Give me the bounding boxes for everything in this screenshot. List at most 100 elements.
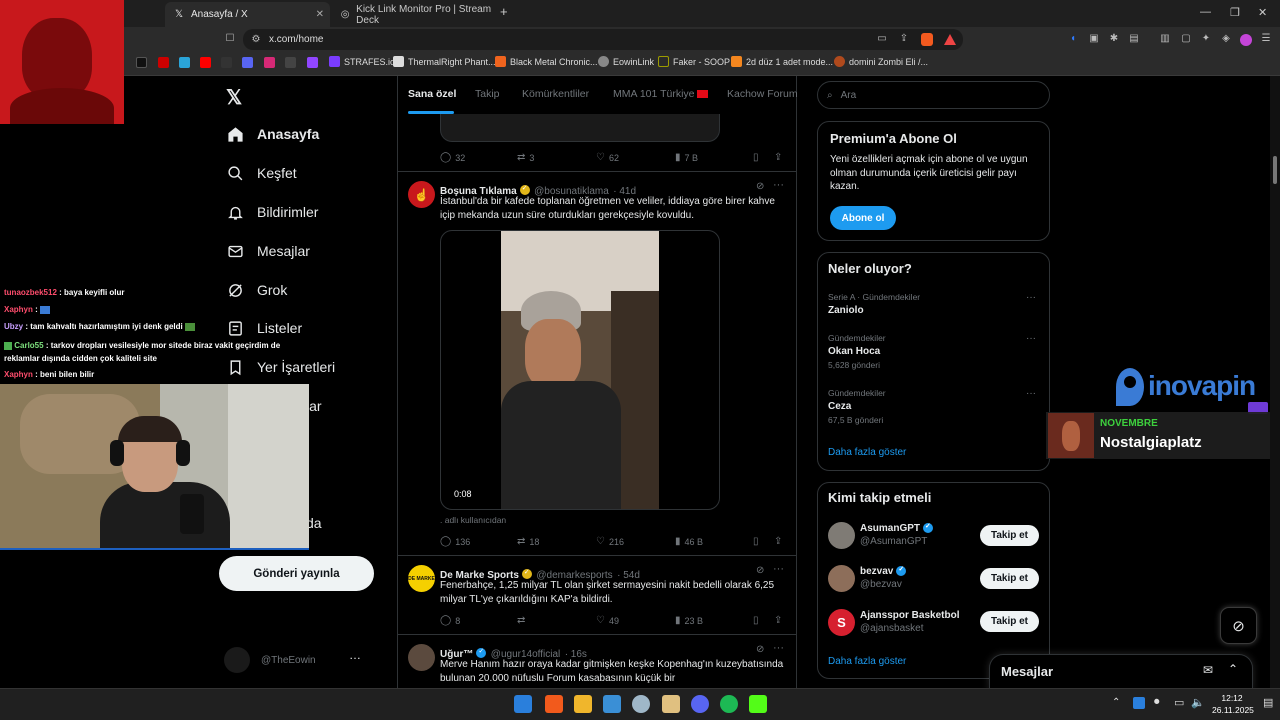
tray-chevron-icon[interactable]: ⌃ <box>1112 697 1120 708</box>
avatar[interactable]: ☝ <box>408 181 435 208</box>
nav-grok[interactable]: Grok <box>226 279 287 301</box>
extension-icon[interactable]: ◖ <box>1067 33 1079 45</box>
bookmark-button[interactable]: ▯ <box>753 152 763 163</box>
discord-icon[interactable] <box>691 695 709 713</box>
chevron-up-icon[interactable]: ⌃ <box>1228 662 1238 676</box>
brave-shield-icon[interactable] <box>921 33 933 46</box>
bookmark-icon[interactable] <box>158 57 169 68</box>
nav-explore[interactable]: Keşfet <box>226 162 297 184</box>
tweet-video[interactable]: 0:08 <box>440 230 720 510</box>
volume-icon[interactable]: 🔈 <box>1191 696 1205 709</box>
follow-button[interactable]: Takip et <box>980 525 1039 546</box>
reply-button[interactable]: ◯ 136 <box>440 536 470 547</box>
site-settings-icon[interactable]: ⚙ <box>250 34 262 46</box>
app-icon[interactable] <box>632 695 650 713</box>
network-icon[interactable]: ▭ <box>1174 696 1184 709</box>
microphone-icon[interactable]: ⏺ <box>1154 696 1160 709</box>
bookmark-thermalright[interactable]: ThermalRight Phant... <box>393 56 496 67</box>
more-icon[interactable]: ··· <box>1026 292 1036 303</box>
share-icon[interactable]: ⇪ <box>898 33 910 45</box>
bookmark-strafes[interactable]: STRAFES.io <box>329 56 395 67</box>
new-message-icon[interactable]: ✉ <box>1203 663 1213 677</box>
x-logo-icon[interactable] <box>221 57 232 68</box>
views-button[interactable]: ▮ 7 B <box>675 152 698 163</box>
share-button[interactable]: ⇪ <box>774 536 786 547</box>
follow-button[interactable]: Takip et <box>980 568 1039 589</box>
messages-drawer[interactable]: Mesajlar ✉ ⌃ <box>989 654 1253 690</box>
tab-following[interactable]: Takip <box>475 88 500 100</box>
grok-icon[interactable]: ⊘ <box>756 644 764 655</box>
grok-button[interactable]: ⊘ <box>1220 607 1257 644</box>
follow-suggestion[interactable]: bezvav @bezvav <box>860 565 907 590</box>
bookmark-icon[interactable] <box>179 57 190 68</box>
spotify-icon[interactable] <box>720 695 738 713</box>
sidebar-icon[interactable]: ▥ <box>1159 33 1171 45</box>
url-bar[interactable]: x.com/home <box>243 29 963 50</box>
post-button[interactable]: Gönderi yayınla <box>219 556 374 591</box>
avatar[interactable] <box>828 565 855 592</box>
clock[interactable]: 12:12 26.11.2025 <box>1212 693 1254 715</box>
install-app-icon[interactable]: ▭ <box>876 33 888 45</box>
tab-x-home[interactable]: 𝕏 Anasayfa / X ✕ <box>165 2 330 27</box>
like-button[interactable]: ♡ 62 <box>596 152 619 163</box>
tab-kick-link-monitor[interactable]: ◎ Kick Link Monitor Pro | Stream Deck <box>332 2 500 27</box>
profile-icon[interactable] <box>1240 34 1252 46</box>
retweet-button[interactable]: ⇄ 18 <box>517 536 539 547</box>
more-icon[interactable]: ··· <box>773 563 784 575</box>
file-explorer-icon[interactable] <box>574 695 592 713</box>
more-icon[interactable]: ··· <box>773 642 784 654</box>
nav-lists[interactable]: Listeler <box>226 317 302 339</box>
bookmark-eowinlink[interactable]: EowinLink <box>598 56 654 67</box>
bookmark-button[interactable]: ▯ <box>753 536 763 547</box>
new-tab-button[interactable]: + <box>500 4 508 19</box>
tab-kachow-forum[interactable]: Kachow Forum <box>727 88 798 100</box>
bookmark-icon[interactable] <box>285 57 296 68</box>
app-icon[interactable] <box>662 695 680 713</box>
tab-komurkentliler[interactable]: Kömürkentliler <box>522 88 589 100</box>
x-logo-icon[interactable]: 𝕏 <box>226 85 242 110</box>
bookmark-faker[interactable]: Faker - SOOP <box>658 56 730 67</box>
avatar[interactable]: DE MARKE <box>408 565 435 592</box>
instagram-icon[interactable] <box>264 57 275 68</box>
reply-button[interactable]: ◯ 8 <box>440 615 460 626</box>
more-icon[interactable]: ··· <box>1026 333 1036 344</box>
like-button[interactable]: ♡ 216 <box>596 536 624 547</box>
avatar[interactable] <box>828 522 855 549</box>
tweet-media[interactable] <box>440 114 720 142</box>
tiktok-icon[interactable] <box>136 57 147 68</box>
vpn-icon[interactable]: ◈ <box>1220 33 1232 45</box>
wallet-icon[interactable]: ▢ <box>1180 33 1192 45</box>
tray-app-icon[interactable] <box>1133 697 1145 709</box>
maximize-button[interactable]: ❐ <box>1230 6 1240 19</box>
show-more-follow-link[interactable]: Daha fazla göster <box>828 656 906 667</box>
extensions-icon[interactable]: ✱ <box>1108 33 1120 45</box>
brave-icon[interactable] <box>545 695 563 713</box>
extension-icon[interactable]: ▤ <box>1128 33 1140 45</box>
brave-rewards-icon[interactable] <box>944 34 956 45</box>
youtube-icon[interactable] <box>200 57 211 68</box>
retweet-button[interactable]: ⇄ 3 <box>517 152 534 163</box>
nav-messages[interactable]: Mesajlar <box>226 240 310 262</box>
notifications-icon[interactable]: ▤ <box>1263 696 1273 709</box>
grok-icon[interactable]: ⊘ <box>756 181 764 192</box>
more-icon[interactable]: ··· <box>1026 388 1036 399</box>
more-icon[interactable]: ··· <box>773 179 784 191</box>
trend-item[interactable]: Gündemdekiler Ceza 67,5 B gönderi <box>828 388 886 425</box>
share-button[interactable]: ⇪ <box>774 615 786 626</box>
follow-suggestion[interactable]: Ajansspor Basketbol @ajansbasket <box>860 610 959 634</box>
grok-icon[interactable]: ⊘ <box>756 565 764 576</box>
bookmark-domini[interactable]: domini Zombi Eli /... <box>834 56 928 67</box>
discord-icon[interactable] <box>242 57 253 68</box>
bookmark-black-metal[interactable]: Black Metal Chronic... <box>495 56 598 67</box>
follow-suggestion[interactable]: AsumanGPT @AsumanGPT <box>860 522 934 547</box>
scrollbar[interactable] <box>1270 76 1280 688</box>
reply-button[interactable]: ◯ 32 <box>440 152 465 163</box>
views-button[interactable]: ▮ 23 B <box>675 615 703 626</box>
scrollbar-thumb[interactable] <box>1273 156 1277 184</box>
bookmark-2d[interactable]: 2d düz 1 adet mode... <box>731 56 833 67</box>
avatar[interactable] <box>408 644 435 671</box>
nav-home[interactable]: Anasayfa <box>226 123 319 145</box>
retweet-button[interactable]: ⇄ <box>517 615 529 626</box>
close-tab-icon[interactable]: ✕ <box>316 9 324 20</box>
leo-ai-icon[interactable]: ✦ <box>1200 33 1212 45</box>
